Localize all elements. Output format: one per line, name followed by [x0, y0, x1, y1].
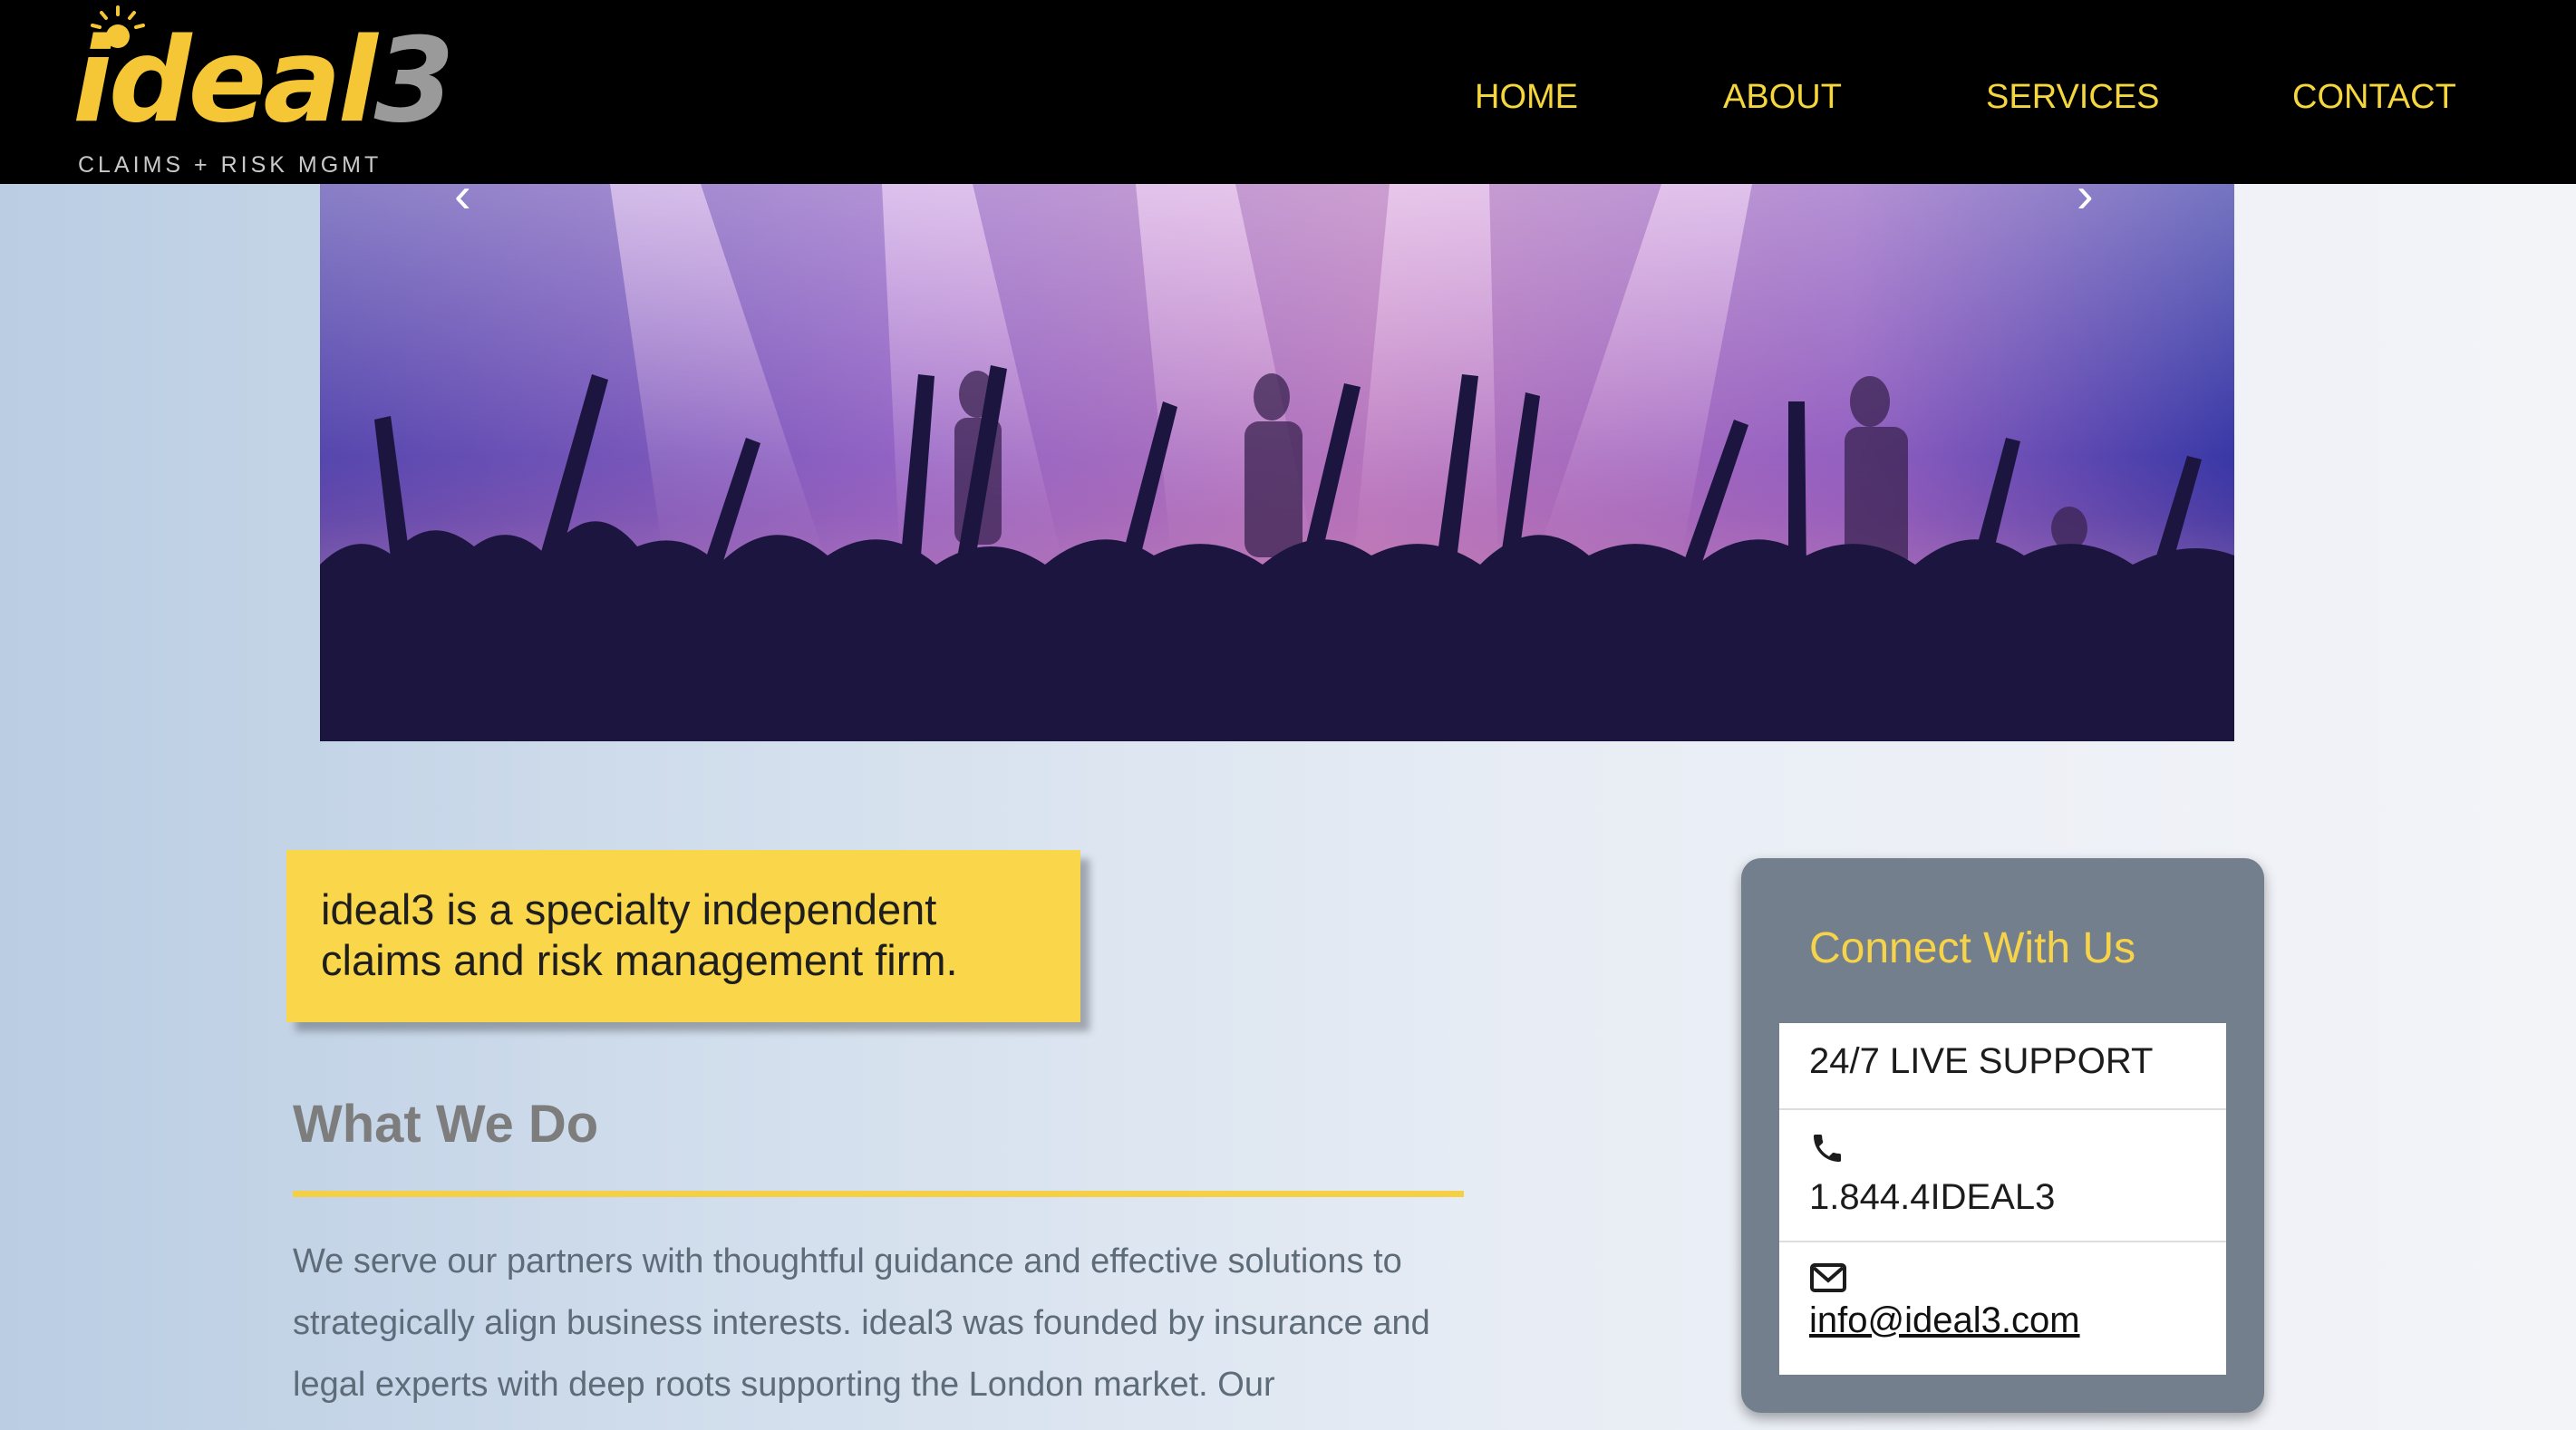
what-we-do-text: We serve our partners with thoughtful gu…: [293, 1242, 1430, 1404]
nav-about-link[interactable]: ABOUT: [1723, 74, 1842, 120]
tagline-box: ideal3 is a specialty independent claims…: [286, 850, 1080, 1022]
phone-icon: [1814, 1135, 1841, 1162]
tagline-text: ideal3 is a specialty independent claims…: [321, 885, 958, 984]
envelope-icon: [1810, 1263, 1846, 1292]
concert-crowd-image: [320, 184, 2234, 741]
main-nav: HOME ABOUT SERVICES CONTACT: [0, 74, 2576, 120]
slider-prev-arrow[interactable]: ‹: [454, 184, 471, 220]
slider-next-arrow[interactable]: ›: [2077, 184, 2094, 220]
nav-contact-link[interactable]: CONTACT: [2292, 74, 2456, 120]
site-header: ideal3 CLAIMS + RISK MGMT HOME ABOUT SER…: [0, 0, 2576, 184]
logo-tagline: CLAIMS + RISK MGMT: [78, 152, 383, 178]
email-row[interactable]: info@ideal3.com: [1779, 1242, 2226, 1375]
what-we-do-heading: What We Do: [293, 1095, 599, 1154]
support-row: 24/7 LIVE SUPPORT: [1779, 1023, 2226, 1110]
connect-panel: 24/7 LIVE SUPPORT 1.844.4IDEAL3 info@ide…: [1779, 1023, 2226, 1375]
hero-slider: ‹ ›: [320, 184, 2234, 741]
connect-card: Connect With Us 24/7 LIVE SUPPORT 1.844.…: [1741, 858, 2264, 1413]
nav-services-link[interactable]: SERVICES: [1986, 74, 2159, 120]
nav-home-link[interactable]: HOME: [1475, 74, 1578, 120]
connect-title: Connect With Us: [1809, 924, 2136, 972]
section-divider: [293, 1191, 1464, 1197]
phone-number[interactable]: 1.844.4IDEAL3: [1809, 1175, 2055, 1219]
support-label: 24/7 LIVE SUPPORT: [1809, 1041, 2154, 1081]
phone-row[interactable]: 1.844.4IDEAL3: [1779, 1110, 2226, 1242]
email-link-wrapper: info@ideal3.com: [1809, 1299, 2080, 1342]
email-link[interactable]: info@ideal3.com: [1809, 1300, 2080, 1340]
